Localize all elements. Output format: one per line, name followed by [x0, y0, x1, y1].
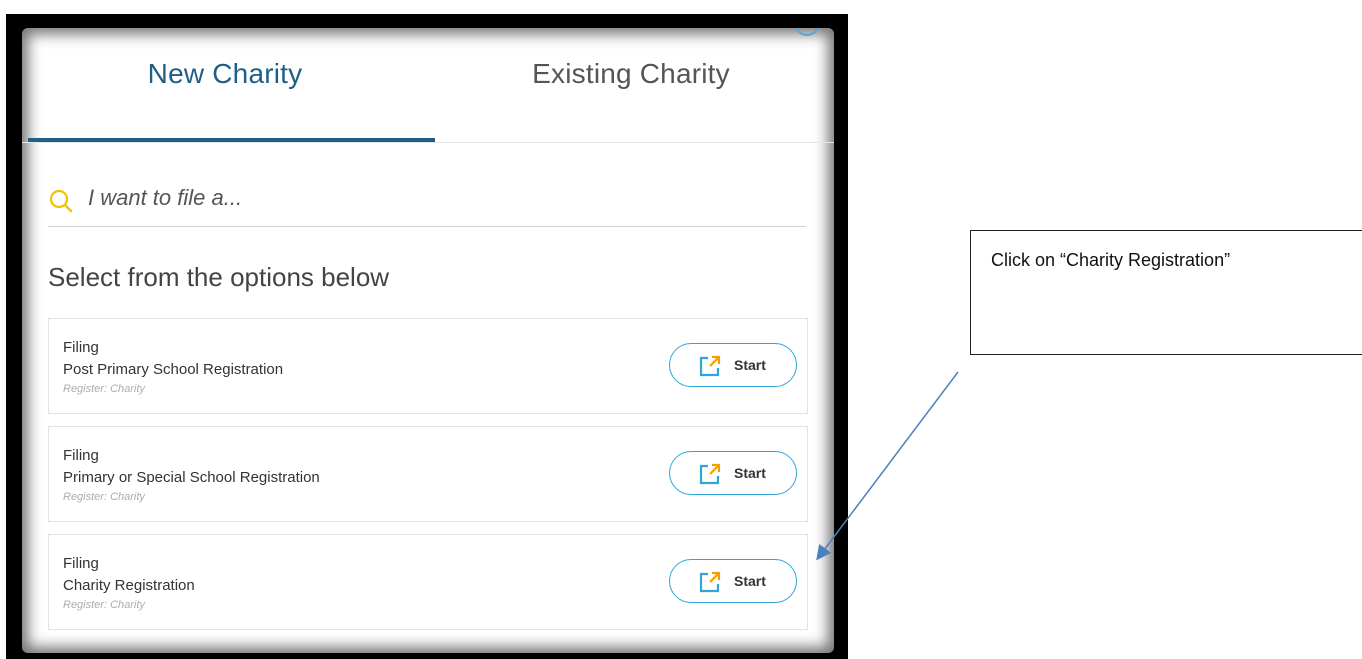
- start-label: Start: [734, 357, 766, 373]
- option-register: Register: Charity: [63, 383, 145, 395]
- external-link-icon: [698, 354, 722, 378]
- start-button-charity-registration[interactable]: Start: [669, 559, 797, 603]
- option-register: Register: Charity: [63, 599, 145, 611]
- option-title: Charity Registration: [63, 577, 195, 594]
- instruction-callout: Click on “Charity Registration”: [970, 230, 1362, 355]
- tab-bar: New Charity Existing Charity: [22, 28, 834, 143]
- section-title: Select from the options below: [48, 262, 390, 292]
- callout-text: Click on “Charity Registration”: [991, 250, 1231, 270]
- option-kind: Filing: [63, 339, 99, 356]
- option-kind: Filing: [63, 555, 99, 572]
- start-button-post-primary[interactable]: Start: [669, 343, 797, 387]
- start-button-primary-special[interactable]: Start: [669, 451, 797, 495]
- start-label: Start: [734, 465, 766, 481]
- option-register: Register: Charity: [63, 491, 145, 503]
- search-bar: [48, 178, 806, 227]
- tab-existing-charity[interactable]: Existing Charity: [428, 58, 834, 90]
- screenshot-frame: New Charity Existing Charity Select from…: [6, 14, 848, 659]
- start-label: Start: [734, 573, 766, 589]
- option-card-charity-registration: Filing Charity Registration Register: Ch…: [48, 534, 808, 630]
- option-title: Post Primary School Registration: [63, 361, 284, 378]
- external-link-icon: [698, 570, 722, 594]
- filing-panel: New Charity Existing Charity Select from…: [22, 28, 834, 653]
- option-card-post-primary: Filing Post Primary School Registration …: [48, 318, 808, 414]
- option-card-primary-special: Filing Primary or Special School Registr…: [48, 426, 808, 522]
- tab-new-charity[interactable]: New Charity: [22, 58, 428, 90]
- option-title: Primary or Special School Registration: [63, 469, 320, 486]
- option-kind: Filing: [63, 447, 99, 464]
- search-input[interactable]: [88, 180, 768, 216]
- search-icon[interactable]: [48, 188, 74, 214]
- active-tab-indicator: [28, 138, 435, 142]
- external-link-icon: [698, 462, 722, 486]
